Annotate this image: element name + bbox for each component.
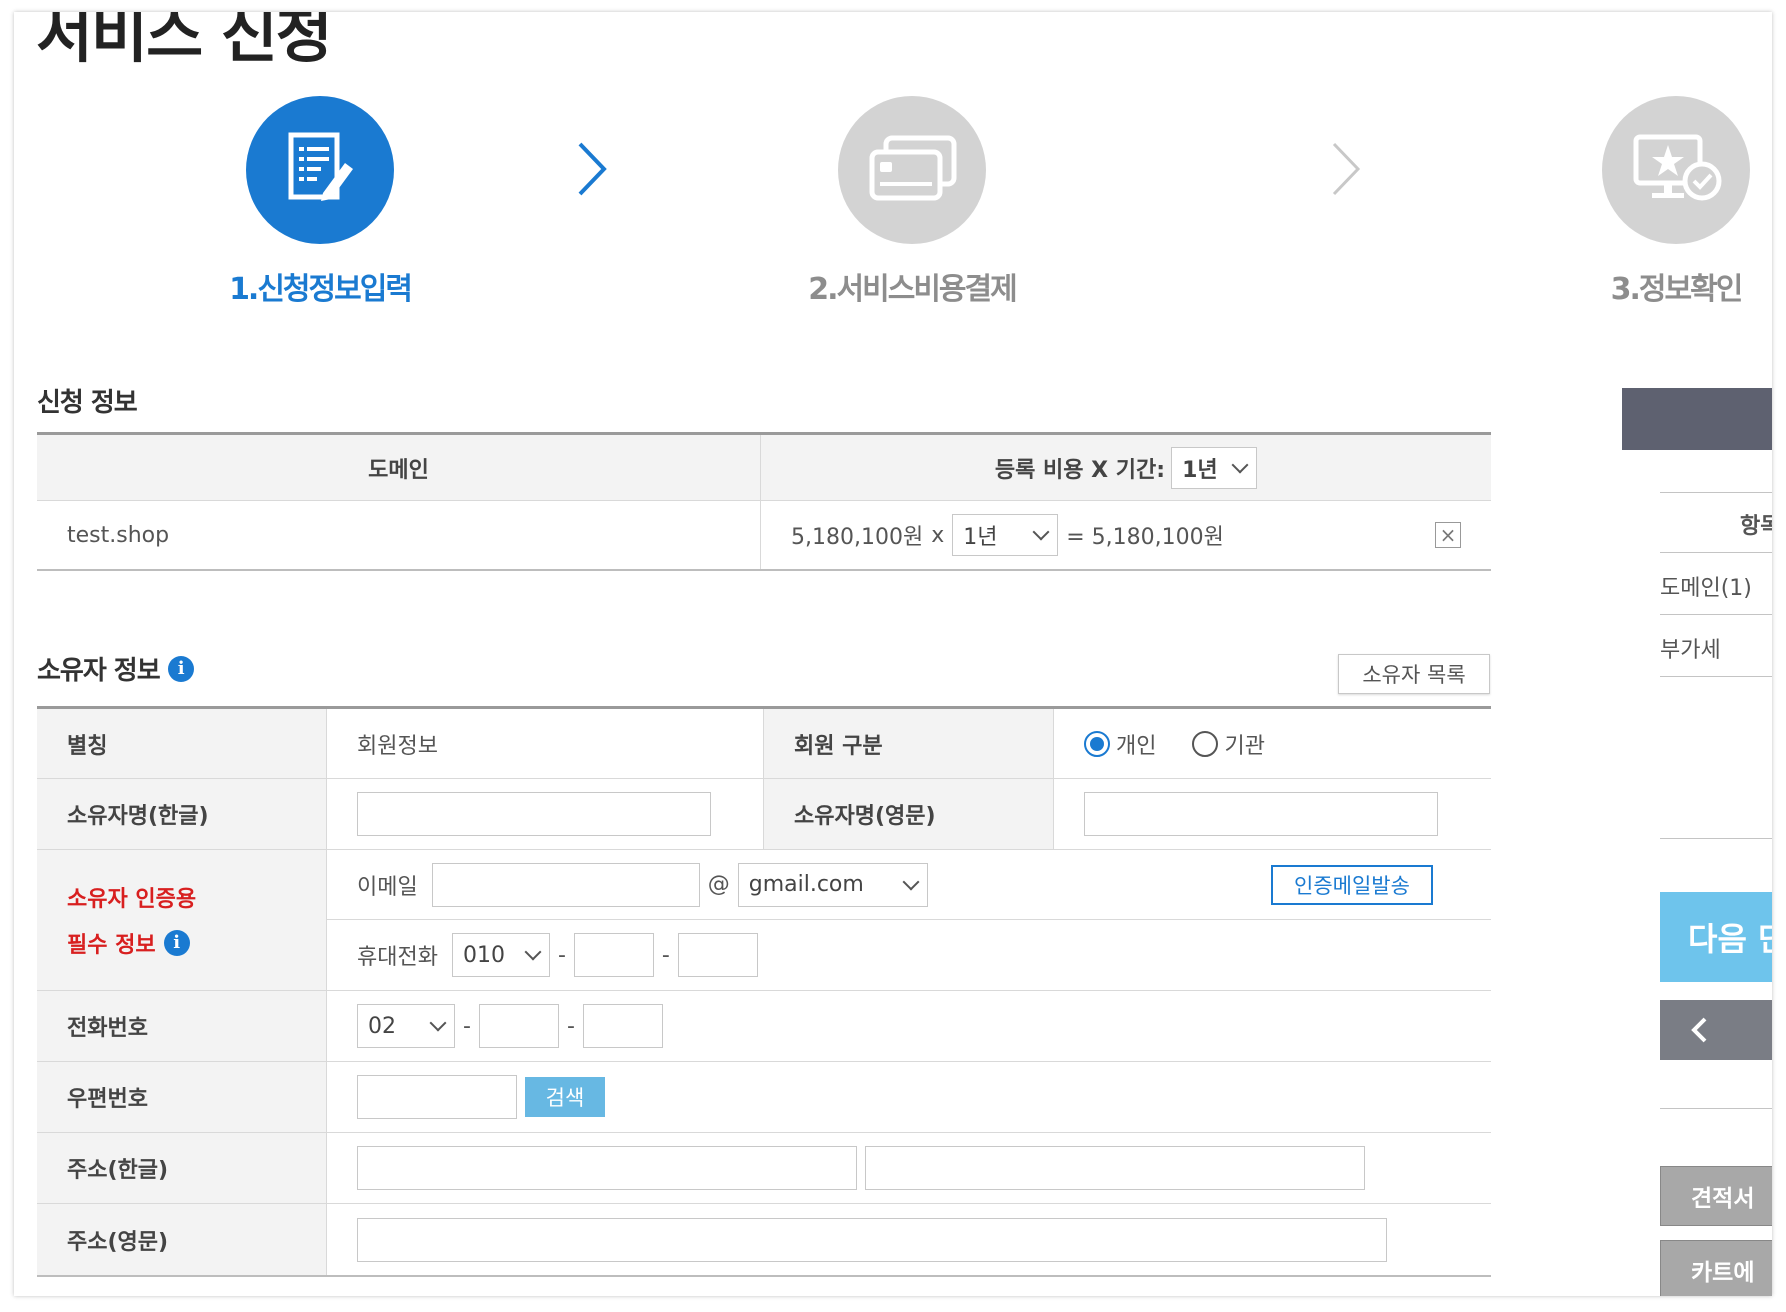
chevron-left-icon <box>1691 1017 1707 1043</box>
owner-name-kr-label: 소유자명(한글) <box>37 779 327 849</box>
period-bulk-select[interactable]: 1년 <box>1171 446 1258 489</box>
email-row: 이메일 @ gmail.com 인증메일발송 <box>327 850 1491 920</box>
email-domain-select[interactable]: gmail.com <box>737 862 928 907</box>
divider <box>1660 838 1772 839</box>
divider <box>1660 676 1772 677</box>
table-row: 우편번호 검색 <box>37 1062 1491 1133</box>
divider <box>1660 1108 1772 1109</box>
phone-last-input[interactable] <box>582 1004 663 1048</box>
remove-domain-icon[interactable]: × <box>1435 522 1461 548</box>
domain-cell: test.shop <box>37 501 761 569</box>
table-row: 주소(영문) <box>37 1204 1491 1275</box>
step-3-label: 3.정보확인 <box>1610 272 1744 307</box>
send-verification-email-button[interactable]: 인증메일발송 <box>1271 864 1433 905</box>
info-icon[interactable]: i <box>167 655 194 682</box>
owner-list-button[interactable]: 소유자 목록 <box>1338 654 1490 694</box>
monitor-star-check-icon <box>1602 96 1750 244</box>
domain-column-header: 도메인 <box>37 435 761 500</box>
chevron-right-icon <box>578 142 607 196</box>
table-row: test.shop 5,180,100원 x 1년 = 5,180,100원 × <box>37 501 1491 569</box>
side-item-vat: 부가세 <box>1660 638 1721 663</box>
period-select[interactable]: 1년 <box>952 514 1059 556</box>
address-en-input[interactable] <box>357 1217 1387 1262</box>
back-button[interactable] <box>1660 1000 1772 1060</box>
owner-table: 별칭 회원정보 회원 구분 개인 기관 소유자명(한글) 소유자명(영문) 소유… <box>37 706 1491 1277</box>
chevron-down-icon <box>524 943 542 961</box>
zip-label: 우편번호 <box>37 1062 327 1132</box>
table-row: 전화번호 02 - - <box>37 991 1491 1062</box>
step-3: 3.정보확인 <box>1586 96 1766 308</box>
divider <box>1660 492 1772 493</box>
email-at-sign: @ <box>707 872 730 897</box>
address-en-label: 주소(영문) <box>37 1204 327 1275</box>
nickname-value: 회원정보 <box>327 709 764 778</box>
table-row: 주소(한글) <box>37 1133 1491 1204</box>
mobile-last-input[interactable] <box>677 933 758 977</box>
side-item-domain: 도메인(1) <box>1660 576 1752 601</box>
member-type-organization-radio[interactable]: 기관 <box>1192 728 1265 760</box>
page-title: 서비스 신청 <box>36 12 333 71</box>
mobile-middle-input[interactable] <box>573 933 654 977</box>
form-edit-icon <box>246 96 394 244</box>
owner-name-en-label: 소유자명(영문) <box>764 779 1054 849</box>
member-type-individual-radio[interactable]: 개인 <box>1084 728 1156 760</box>
mobile-prefix-select[interactable]: 010 <box>451 933 550 977</box>
side-panel-header-bar <box>1622 388 1772 450</box>
page-frame: 서비스 신청 1.신청정보입력 2.서비스비용결제 3.정보확인 신청 정보 도… <box>14 12 1772 1296</box>
next-step-button[interactable]: 다음 단 <box>1660 892 1772 982</box>
table-row: 소유자 인증용 필수 정보 i 이메일 @ gmail.com 인증메일발송 휴… <box>37 850 1491 991</box>
mobile-row: 휴대전화 010 - - <box>327 920 1491 990</box>
table-row: 별칭 회원정보 회원 구분 개인 기관 <box>37 709 1491 779</box>
chevron-right-icon <box>1332 142 1361 196</box>
application-section-title: 신청 정보 <box>37 388 138 418</box>
step-2: 2.서비스비용결제 <box>772 96 1052 308</box>
address-kr-label: 주소(한글) <box>37 1133 327 1203</box>
owner-name-kr-input[interactable] <box>357 792 711 836</box>
phone-prefix-select[interactable]: 02 <box>357 1004 455 1048</box>
info-icon[interactable]: i <box>163 930 190 956</box>
member-type-label: 회원 구분 <box>764 709 1054 778</box>
step-1: 1.신청정보입력 <box>200 96 440 308</box>
table-row: 소유자명(한글) 소유자명(영문) <box>37 779 1491 850</box>
address-kr-input-2[interactable] <box>865 1146 1365 1190</box>
phone-label: 전화번호 <box>37 991 327 1061</box>
cost-period-column-header: 등록 비용 X 기간: 1년 <box>761 435 1491 500</box>
zip-input[interactable] <box>357 1075 517 1119</box>
application-table: 도메인 등록 비용 X 기간: 1년 test.shop 5,180,100원 … <box>37 432 1491 571</box>
cost-cell: 5,180,100원 x 1년 = 5,180,100원 × <box>761 501 1491 569</box>
add-to-cart-button[interactable]: 카트에 <box>1660 1240 1772 1296</box>
phone-middle-input[interactable] <box>478 1004 559 1048</box>
owner-section-title: 소유자 정보 i <box>37 650 194 687</box>
address-kr-input-1[interactable] <box>357 1146 857 1190</box>
email-label: 이메일 <box>357 874 418 900</box>
quote-button[interactable]: 견적서 <box>1660 1166 1772 1226</box>
zip-search-button[interactable]: 검색 <box>525 1077 605 1117</box>
chevron-down-icon <box>902 873 920 890</box>
divider <box>1660 614 1772 615</box>
chevron-down-icon <box>1231 456 1249 473</box>
credit-card-icon <box>838 96 986 244</box>
email-id-input[interactable] <box>431 862 700 907</box>
member-type-options: 개인 기관 <box>1054 709 1265 778</box>
divider <box>1660 552 1772 553</box>
step-2-label: 2.서비스비용결제 <box>808 272 1017 307</box>
side-panel-header: 항목 <box>1740 514 1772 539</box>
application-table-header: 도메인 등록 비용 X 기간: 1년 <box>37 435 1491 501</box>
owner-name-en-input[interactable] <box>1084 792 1438 836</box>
chevron-down-icon <box>1032 523 1050 541</box>
chevron-down-icon <box>429 1014 447 1032</box>
nickname-label: 별칭 <box>37 709 327 778</box>
step-1-label: 1.신청정보입력 <box>229 272 413 307</box>
owner-auth-label: 소유자 인증용 필수 정보 i <box>37 850 327 990</box>
mobile-label: 휴대전화 <box>357 945 438 970</box>
